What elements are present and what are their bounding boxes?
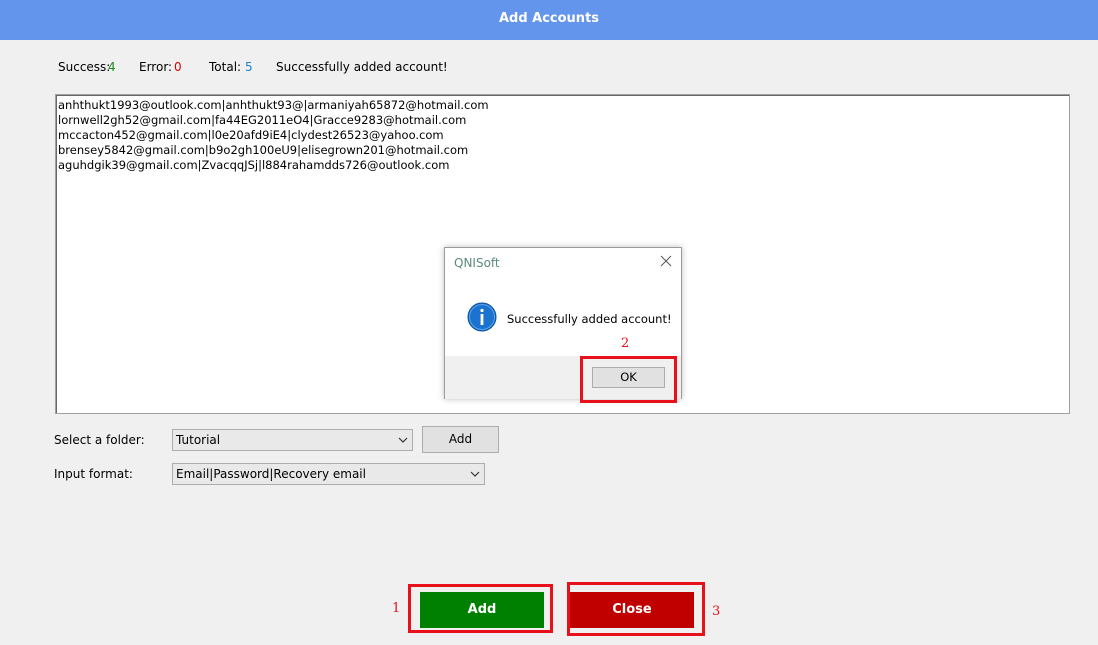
status-message: Successfully added account! [276, 60, 448, 74]
add-folder-button[interactable]: Add [422, 426, 499, 453]
folder-select-value: Tutorial [176, 433, 221, 447]
annotation-number-3: 3 [712, 604, 721, 619]
error-count: 0 [174, 60, 182, 74]
highlight-box-ok [580, 356, 677, 403]
total-count: 5 [245, 60, 253, 74]
annotation-number-1: 1 [392, 601, 401, 616]
close-icon[interactable] [659, 254, 673, 268]
annotation-number-2: 2 [621, 336, 630, 351]
account-line: aguhdgik39@gmail.com|ZvacqqJSj|l884raham… [58, 158, 450, 172]
success-label: Success: [58, 60, 111, 74]
format-select[interactable]: Email|Password|Recovery email [172, 463, 485, 485]
account-line: brensey5842@gmail.com|b9o2gh100eU9|elise… [58, 143, 469, 157]
dialog-message: Successfully added account! [507, 312, 672, 326]
chevron-down-icon [398, 437, 408, 443]
total-label: Total: [209, 60, 242, 74]
info-icon [467, 302, 497, 332]
chevron-down-icon [470, 471, 480, 477]
account-line: lornwell2gh52@gmail.com|fa44EG2011eO4|Gr… [58, 113, 467, 127]
folder-select[interactable]: Tutorial [172, 429, 413, 451]
highlight-box-add [408, 584, 553, 633]
format-select-value: Email|Password|Recovery email [176, 467, 366, 481]
account-line: anhthukt1993@outlook.com|anhthukt93@|arm… [58, 98, 489, 112]
highlight-box-close [567, 582, 705, 636]
dialog-title: QNISoft [454, 256, 500, 270]
folder-label: Select a folder: [54, 433, 145, 447]
error-label: Error: [139, 60, 173, 74]
window-title: Add Accounts [0, 0, 1098, 40]
format-label: Input format: [54, 467, 133, 481]
account-line: mccacton452@gmail.com|l0e20afd9iE4|clyde… [58, 128, 444, 142]
success-count: 4 [108, 60, 116, 74]
